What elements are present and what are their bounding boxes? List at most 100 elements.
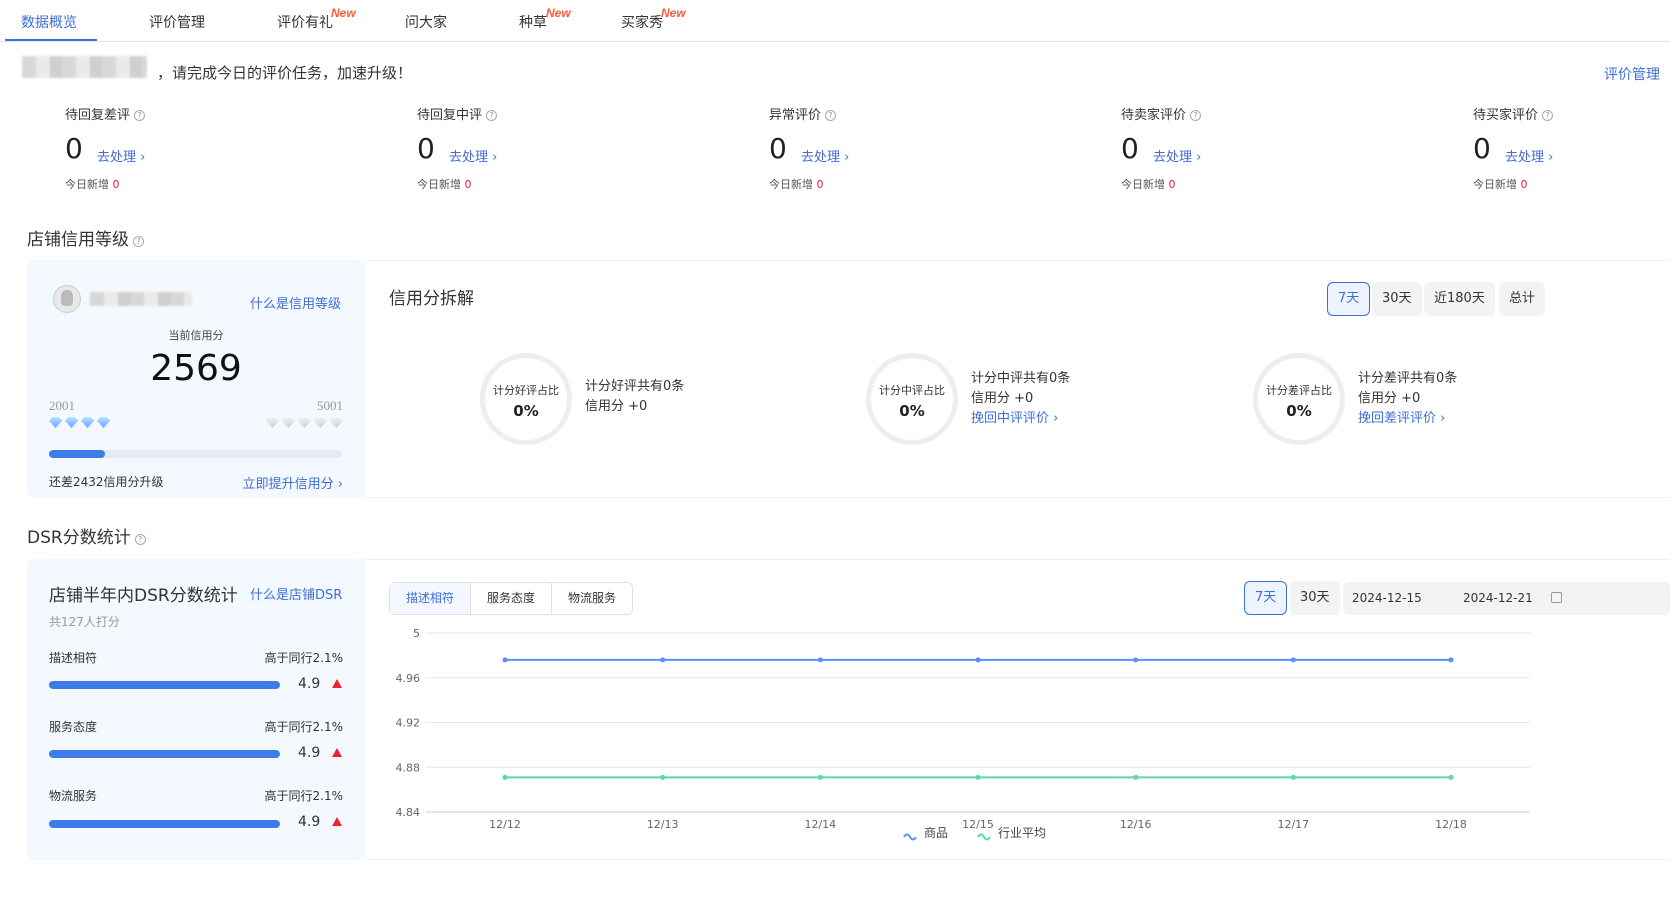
remaining-to-upgrade: 还差2432信用分升级 xyxy=(49,475,164,489)
go-handle-link[interactable]: 去处理 › xyxy=(449,146,497,165)
dsr-row-compare: 高于同行2.1% xyxy=(264,720,344,734)
up-arrow-icon xyxy=(332,748,342,757)
tab-review-management[interactable]: 评价管理 xyxy=(149,12,205,32)
improve-credit-link[interactable]: 立即提升信用分 › xyxy=(243,473,343,492)
period-total-button[interactable]: 总计 xyxy=(1499,282,1546,316)
credit-score: 2569 xyxy=(150,348,242,389)
legend-label: 商品 xyxy=(924,825,948,840)
y-tick-label: 4.92 xyxy=(396,717,421,730)
negative-review-details: 计分差评共有0条 信用分 +0 挽回差评评价 › xyxy=(1358,369,1457,429)
current-credit-label: 当前信用分 xyxy=(168,329,224,342)
help-icon[interactable]: ? xyxy=(486,110,498,121)
stat-pending-seller: 待卖家评价? 0 去处理 › 今日新增 0 xyxy=(1121,104,1371,204)
ring-value: 0% xyxy=(899,402,925,420)
period-30d-button[interactable]: 30天 xyxy=(1372,282,1422,316)
recover-negative-link[interactable]: 挽回差评评价 › xyxy=(1358,411,1445,426)
blurred-shop-name xyxy=(90,292,192,306)
diamond-icon xyxy=(298,417,311,428)
go-handle-link[interactable]: 去处理 › xyxy=(97,146,145,165)
metric-service-tab[interactable]: 服务态度 xyxy=(471,583,553,614)
credit-section-title: 店铺信用等级? xyxy=(27,225,144,250)
next-level-diamonds xyxy=(266,417,346,432)
go-handle-link[interactable]: 去处理 › xyxy=(801,146,849,165)
ring-value: 0% xyxy=(513,402,539,420)
data-point xyxy=(1133,774,1139,780)
diamond-icon xyxy=(81,417,94,428)
x-tick-label: 12/17 xyxy=(1277,818,1309,831)
data-point xyxy=(1448,774,1454,780)
x-tick-label: 12/15 xyxy=(962,818,994,831)
data-point xyxy=(502,774,508,780)
x-tick-label: 12/18 xyxy=(1435,818,1467,831)
period-7d-button[interactable]: 7天 xyxy=(1327,282,1371,316)
neutral-review-ratio-ring: 计分中评占比 0% xyxy=(866,353,958,445)
active-tab-indicator xyxy=(5,39,97,41)
today-new: 今日新增 0 xyxy=(1121,178,1176,191)
help-icon[interactable]: ? xyxy=(825,110,837,121)
new-badge: New xyxy=(331,6,356,20)
up-arrow-icon xyxy=(332,817,342,826)
tab-ask-everyone[interactable]: 问大家 xyxy=(405,12,447,32)
credit-progress-fill xyxy=(49,450,105,458)
dsr-period-7d-button[interactable]: 7天 xyxy=(1244,581,1288,615)
tab-seeding[interactable]: 种草 New xyxy=(519,6,571,32)
stat-pending-buyer: 待买家评价? 0 去处理 › 今日新增 0 xyxy=(1473,104,1663,204)
ring-count-text: 计分差评共有0条 xyxy=(1358,371,1458,386)
recover-neutral-link[interactable]: 挽回中评评价 › xyxy=(971,411,1058,426)
help-icon[interactable]: ? xyxy=(134,534,146,545)
data-point xyxy=(817,774,823,780)
stat-label: 异常评价 xyxy=(769,108,822,123)
credit-summary-panel: 什么是信用等级 当前信用分 2569 2001 5001 还差2432信用分升级… xyxy=(27,260,365,498)
period-180d-button[interactable]: 近180天 xyxy=(1424,282,1495,316)
metric-logistics-tab[interactable]: 物流服务 xyxy=(552,583,632,614)
dsr-summary-panel: 店铺半年内DSR分数统计 什么是店铺DSR 共127人打分 描述相符 高于同行2… xyxy=(27,559,365,860)
stat-label: 待卖家评价 xyxy=(1121,108,1187,123)
stat-pending-neutral: 待回复中评? 0 去处理 › 今日新增 0 xyxy=(417,104,667,204)
ring-label: 计分好评占比 xyxy=(493,384,559,397)
help-icon[interactable]: ? xyxy=(1190,110,1202,121)
stat-value: 0 xyxy=(417,132,435,165)
dsr-section-title: DSR分数统计? xyxy=(27,523,146,548)
tab-data-overview[interactable]: 数据概览 xyxy=(21,12,77,32)
what-is-dsr-link[interactable]: 什么是店铺DSR xyxy=(250,584,342,603)
stat-abnormal: 异常评价? 0 去处理 › 今日新增 0 xyxy=(769,104,1019,204)
data-point xyxy=(1290,657,1296,663)
review-management-link[interactable]: 评价管理 xyxy=(1604,64,1660,84)
up-arrow-icon xyxy=(332,679,342,688)
raters-count: 共127人打分 xyxy=(49,615,120,629)
stat-value: 0 xyxy=(769,132,787,165)
tab-review-gift[interactable]: 评价有礼 New xyxy=(277,6,356,32)
go-handle-link[interactable]: 去处理 › xyxy=(1153,146,1201,165)
ring-credit-text: 信用分 +0 xyxy=(1358,391,1421,406)
today-new: 今日新增 0 xyxy=(769,178,824,191)
good-review-details: 计分好评共有0条 信用分 +0 xyxy=(585,377,684,417)
level-high-value: 5001 xyxy=(317,398,343,413)
dsr-metric-switch: 描述相符 服务态度 物流服务 xyxy=(389,582,634,615)
help-icon[interactable]: ? xyxy=(134,110,146,121)
date-range-picker[interactable]: 2024-12-15 2024-12-21 xyxy=(1343,582,1670,615)
date-end[interactable]: 2024-12-21 xyxy=(1463,591,1533,605)
x-tick-label: 12/12 xyxy=(489,818,521,831)
dsr-line-chart: 5 4.96 4.92 4.88 4.84 12/12 12/13 12/14 12/15 12/… xyxy=(396,627,1530,841)
current-level-diamonds xyxy=(49,417,113,432)
diamond-icon xyxy=(266,417,279,428)
what-is-credit-link[interactable]: 什么是信用等级 xyxy=(250,293,341,312)
diamond-icon xyxy=(314,417,327,428)
calendar-icon[interactable] xyxy=(1551,592,1562,603)
help-icon[interactable]: ? xyxy=(1542,110,1554,121)
date-start[interactable]: 2024-12-15 xyxy=(1352,591,1422,605)
go-handle-link[interactable]: 去处理 › xyxy=(1505,146,1553,165)
y-tick-label: 5 xyxy=(413,627,420,640)
stat-label: 待回复中评 xyxy=(417,108,483,123)
dsr-panel-title: 店铺半年内DSR分数统计 xyxy=(49,586,238,606)
help-icon[interactable]: ? xyxy=(133,236,144,247)
tab-buyer-show[interactable]: 买家秀 New xyxy=(621,6,686,32)
dsr-row-label: 服务态度 xyxy=(49,720,98,734)
new-badge: New xyxy=(661,6,686,20)
dsr-score: 4.9 xyxy=(298,676,321,692)
dsr-period-30d-button[interactable]: 30天 xyxy=(1290,581,1340,615)
diamond-icon xyxy=(330,417,343,428)
legend-label: 行业平均 xyxy=(998,826,1046,840)
new-badge: New xyxy=(546,6,571,20)
metric-description-tab[interactable]: 描述相符 xyxy=(390,583,472,614)
